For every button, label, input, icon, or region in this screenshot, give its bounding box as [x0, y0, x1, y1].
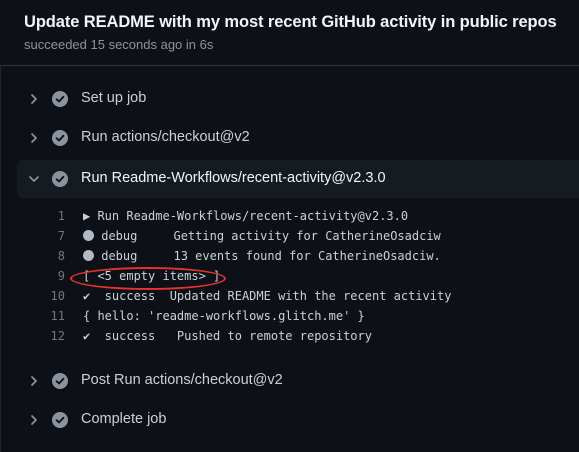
run-title: Update README with my most recent GitHub… — [24, 13, 557, 31]
check-circle-icon — [52, 171, 68, 187]
check-circle-icon — [52, 373, 68, 389]
check-circle-icon — [52, 130, 68, 146]
log-line: 1 ▶ Run Readme-Workflows/recent-activity@… — [17, 206, 579, 226]
step-label: Post Run actions/checkout@v2 — [81, 372, 283, 388]
log-line-number[interactable]: 12 — [43, 326, 65, 346]
log-line-number[interactable]: 1 — [43, 206, 65, 226]
step-row[interactable]: Run Readme-Workflows/recent-activity@v2.… — [17, 160, 579, 198]
step-row[interactable]: Run actions/checkout@v2 — [17, 119, 579, 157]
log-line-text: { hello: 'readme-workflows.glitch.me' } — [83, 306, 365, 326]
log-line-text: debug Getting activity for CatherineOsad… — [83, 226, 441, 246]
log-line-number[interactable]: 11 — [43, 306, 65, 326]
chevron-down-icon[interactable] — [27, 172, 41, 186]
run-status: succeeded 15 seconds ago in 6s — [24, 37, 214, 52]
log-line: 7 debug Getting activity for CatherineOs… — [17, 226, 579, 246]
step-row[interactable]: Complete job — [17, 401, 579, 439]
step-label: Run Readme-Workflows/recent-activity@v2.… — [81, 170, 386, 186]
log-line-text: debug 13 events found for CatherineOsadc… — [83, 246, 441, 266]
log-line-number[interactable]: 7 — [43, 226, 65, 246]
debug-dot-icon — [83, 250, 94, 261]
divider — [0, 66, 1, 452]
log-line-text: [ <5 empty items> ] — [83, 266, 220, 286]
log-line: 12 ✔ success Pushed to remote repository — [17, 326, 579, 346]
log-text: ✔ success Pushed to remote repository — [83, 329, 372, 343]
chevron-right-icon[interactable] — [27, 413, 41, 427]
log-text: ✔ success Updated README with the recent… — [83, 289, 452, 303]
chevron-right-icon[interactable] — [27, 374, 41, 388]
workflow-run-view: Update README with my most recent GitHub… — [0, 0, 579, 452]
log-line: 8 debug 13 events found for CatherineOsa… — [17, 246, 579, 266]
log-line-text: ▶ Run Readme-Workflows/recent-activity@v… — [83, 206, 408, 226]
step-row[interactable]: Post Run actions/checkout@v2 — [17, 362, 579, 400]
log-line-number[interactable]: 8 — [43, 246, 65, 266]
step-label: Set up job — [81, 90, 147, 106]
debug-dot-icon — [83, 230, 94, 241]
log-text: ▶ Run Readme-Workflows/recent-activity@v… — [83, 209, 409, 223]
chevron-right-icon[interactable] — [27, 131, 41, 145]
step-label: Complete job — [81, 411, 167, 427]
step-row[interactable]: Set up job — [17, 80, 579, 118]
run-header: Update README with my most recent GitHub… — [0, 0, 579, 66]
log-text: [ <5 empty items> ] — [83, 269, 221, 283]
step-label: Run actions/checkout@v2 — [81, 129, 250, 145]
log-line-text: ✔ success Updated README with the recent… — [83, 286, 451, 306]
log-text: debug Getting activity for CatherineOsad… — [94, 229, 441, 243]
log-line-text: ✔ success Pushed to remote repository — [83, 326, 372, 346]
log-line: 10 ✔ success Updated README with the rece… — [17, 286, 579, 306]
log-text: { hello: 'readme-workflows.glitch.me' } — [83, 309, 365, 323]
check-circle-icon — [52, 91, 68, 107]
log-line: 11 { hello: 'readme-workflows.glitch.me' … — [17, 306, 579, 326]
check-circle-icon — [52, 412, 68, 428]
log-text: debug 13 events found for CatherineOsadc… — [94, 249, 441, 263]
log-line-number[interactable]: 10 — [43, 286, 65, 306]
log-line-number[interactable]: 9 — [43, 266, 65, 286]
chevron-right-icon[interactable] — [27, 92, 41, 106]
log-line: 9 [ <5 empty items> ] — [17, 266, 579, 286]
